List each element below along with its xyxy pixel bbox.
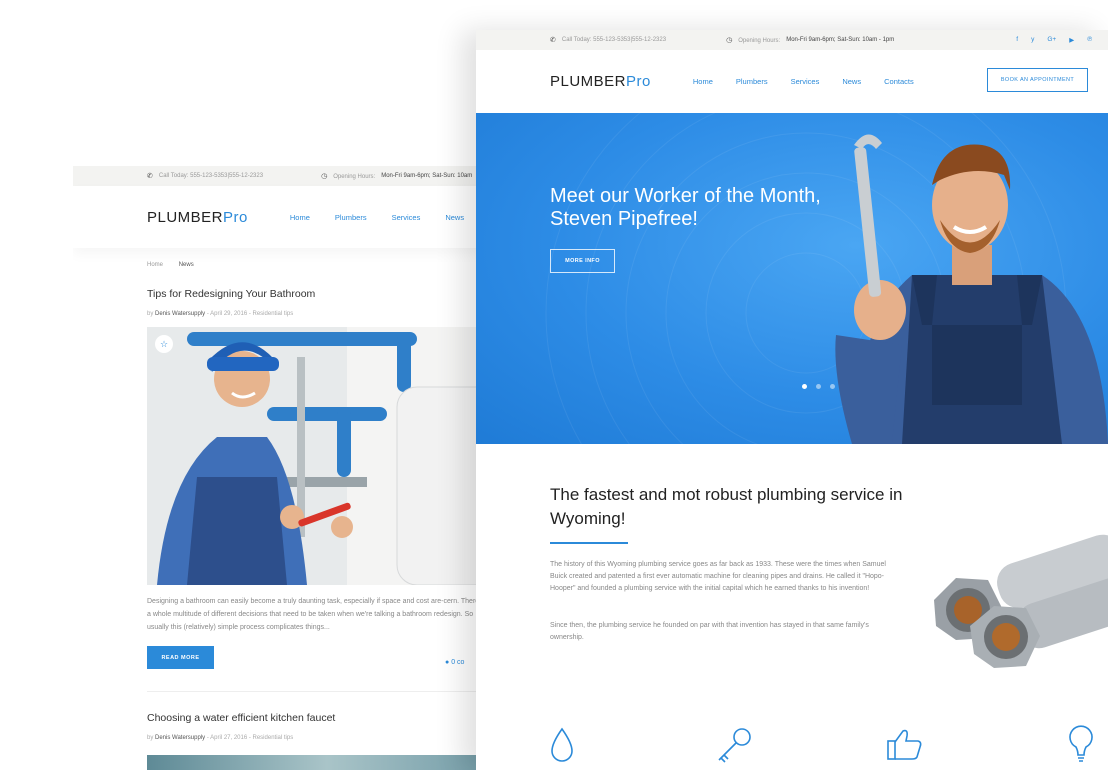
twitter-icon[interactable]: y: [1031, 36, 1034, 44]
water-drop-icon: [551, 727, 573, 762]
slider-dot[interactable]: [816, 384, 821, 389]
about-paragraph-2: Since then, the plumbing service he foun…: [550, 622, 869, 641]
nav-services[interactable]: Services: [791, 77, 820, 86]
comments-link[interactable]: ● 0 co: [445, 659, 464, 666]
nav-home[interactable]: Home: [290, 213, 310, 222]
nav-news[interactable]: News: [842, 77, 861, 86]
post-title-2[interactable]: Choosing a water efficient kitchen fauce…: [147, 712, 503, 724]
more-info-button[interactable]: MORE INFO: [550, 249, 615, 273]
post-title[interactable]: Tips for Redesigning Your Bathroom: [147, 288, 503, 300]
pipe-fittings-illustration: [934, 534, 1108, 668]
phone-text: Call Today: 555-123-5353|555-12-2323: [158, 173, 264, 179]
site-header-front: PLUMBERPro Home Plumbers Services News C…: [476, 50, 1108, 113]
hero-title: Meet our Worker of the Month, Steven Pip…: [550, 185, 821, 230]
phone-text: Call Today: 555-123-5353|555-12-2323: [561, 37, 667, 43]
key-icon: [718, 728, 751, 763]
top-info-bar-front: ✆ Call Today: 555-123-5353|555-12-2323 ◷…: [476, 30, 1108, 50]
top-info-bar: ✆ Call Today: 555-123-5353|555-12-2323 ◷…: [73, 166, 503, 186]
youtube-icon[interactable]: ▶: [1069, 36, 1074, 44]
nav-contacts[interactable]: Contacts: [884, 77, 914, 86]
breadcrumb: Home News: [147, 262, 503, 268]
clock-icon: ◷: [321, 173, 328, 180]
hours-value: Mon-Fri 9am-6pm; Sat-Sun: 10am: [381, 173, 473, 179]
main-nav: Home Plumbers Services News C: [290, 213, 503, 222]
meta-by: by: [147, 311, 156, 317]
post-divider: [147, 691, 487, 692]
about-heading: The fastest and mot robust plumbing serv…: [550, 485, 903, 528]
heading-accent-line: [550, 542, 628, 544]
home-page-preview: ✆ Call Today: 555-123-5353|555-12-2323 ◷…: [476, 30, 1108, 770]
hours-label: ◷ Opening Hours:: [321, 172, 375, 180]
post-image-2[interactable]: [147, 755, 503, 770]
nav-home[interactable]: Home: [693, 77, 713, 86]
facebook-icon[interactable]: f: [1016, 36, 1018, 44]
lightbulb-icon: [1069, 725, 1093, 762]
site-header: PLUMBERPro Home Plumbers Services News C: [73, 186, 503, 248]
nav-services[interactable]: Services: [392, 213, 421, 222]
post-image[interactable]: ☆: [147, 327, 503, 585]
blog-page-preview: ✆ Call Today: 555-123-5353|555-12-2323 ◷…: [73, 166, 503, 770]
read-more-button[interactable]: READ MORE: [147, 646, 214, 669]
nav-news[interactable]: News: [445, 213, 464, 222]
favorite-star-icon[interactable]: ☆: [155, 335, 173, 353]
nav-plumbers[interactable]: Plumbers: [736, 77, 768, 86]
logo-main: PLUMBER: [147, 208, 224, 226]
post-excerpt: Designing a bathroom can easily become a…: [147, 598, 484, 631]
hours-label-text: Opening Hours:: [738, 38, 781, 44]
phone-icon: ✆: [550, 37, 556, 44]
breadcrumb-current: News: [178, 262, 194, 268]
worker-photo-illustration: [835, 134, 1108, 444]
slider-dot[interactable]: [802, 384, 807, 389]
comments-count: 0 co: [451, 659, 465, 666]
phone-icon: ✆: [147, 173, 153, 180]
feature-icons-row: [551, 725, 1093, 763]
pinterest-icon[interactable]: ℗: [1087, 36, 1092, 44]
comment-icon: ●: [445, 659, 450, 666]
google-plus-icon[interactable]: G+: [1047, 36, 1056, 44]
clock-icon: ◷: [726, 37, 733, 44]
hours-label-text: Opening Hours:: [333, 174, 376, 180]
meta-by-2: by: [147, 735, 156, 741]
thumbs-up-icon: [887, 729, 922, 760]
logo[interactable]: PLUMBERPro: [147, 209, 248, 226]
post-meta-2: by Denis Watersupply - April 27, 2016 - …: [147, 735, 503, 741]
main-nav-front: Home Plumbers Services News Contacts: [693, 77, 937, 86]
hours-label: ◷ Opening Hours:: [726, 36, 780, 44]
meta-date-category: - April 29, 2016 - Residential tips: [205, 311, 294, 317]
social-links: f y G+ ▶ ℗: [1003, 36, 1092, 44]
logo-accent: Pro: [626, 73, 651, 90]
nav-plumbers[interactable]: Plumbers: [335, 213, 367, 222]
about-paragraph-1: The history of this Wyoming plumbing ser…: [550, 561, 886, 592]
book-appointment-button[interactable]: BOOK AN APPOINTMENT: [987, 68, 1088, 92]
screenshot-stage: ✆ Call Today: 555-123-5353|555-12-2323 ◷…: [0, 0, 1108, 770]
logo[interactable]: PLUMBERPro: [550, 73, 651, 90]
breadcrumb-home[interactable]: Home: [147, 262, 163, 268]
post-meta: by Denis Watersupply - April 29, 2016 - …: [147, 311, 503, 317]
meta-date-category-2: - April 27, 2016 - Residential tips: [205, 735, 294, 741]
plumber-photo-illustration: [147, 327, 503, 585]
logo-main: PLUMBER: [550, 73, 627, 90]
logo-accent: Pro: [223, 208, 248, 226]
hours-value: Mon-Fri 9am-6pm; Sat-Sun: 10am - 1pm: [786, 37, 895, 43]
post-author-2[interactable]: Denis Watersupply: [155, 735, 205, 741]
hero-slider: Meet our Worker of the Month, Steven Pip…: [476, 113, 1108, 444]
post-author[interactable]: Denis Watersupply: [155, 311, 205, 317]
